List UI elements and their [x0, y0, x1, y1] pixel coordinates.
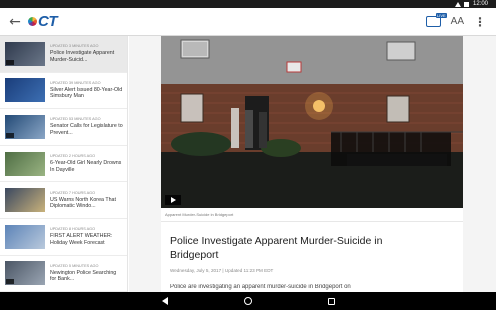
signal-icon: [454, 1, 461, 7]
story-text: UPDATED 8 HOURS AGO FIRST ALERT WEATHER: …: [50, 227, 123, 246]
status-bar: 12:00: [0, 0, 496, 8]
hero-scene: [161, 36, 463, 208]
video-play-icon[interactable]: [165, 195, 181, 205]
story-headline: Police Investigate Apparent Murder-Suici…: [50, 50, 115, 63]
article-hero-video[interactable]: [161, 36, 463, 208]
story-thumbnail: [5, 78, 45, 103]
story-headline: Newington Police Searching for Bank...: [50, 269, 117, 283]
story-timestamp: UPDATED 39 MINUTES AGO: [50, 80, 101, 85]
story-headline: Silver Alert Issued 80-Year-Old Simsbury…: [50, 86, 123, 100]
nbc-peacock-logo: [28, 17, 37, 26]
live-badge: LIVE: [435, 13, 447, 18]
story-timestamp: UPDATED 8 HOURS AGO: [50, 227, 96, 232]
story-text: UPDATED 53 MINUTES AGO Senator Calls for …: [50, 117, 123, 136]
story-thumbnail: [5, 114, 45, 139]
story-headline: 6-Year-Old Girl Nearly Drowns In Dayvill…: [50, 159, 122, 173]
story-headline: FIRST ALERT WEATHER: Holiday Week Foreca…: [50, 233, 113, 246]
story-list-item[interactable]: UPDATED 7 HOURS AGO US Warns North Korea …: [0, 182, 127, 219]
logo-text: CT: [38, 13, 58, 30]
nav-back-icon[interactable]: [161, 297, 168, 305]
story-list-item[interactable]: UPDATED 39 MINUTES AGO Silver Alert Issue…: [0, 73, 127, 110]
battery-icon: [463, 1, 469, 7]
story-text: UPDATED 5 MINUTES AGO Newington Police Se…: [50, 264, 123, 283]
story-timestamp: UPDATED 3 MINUTES AGO: [50, 44, 99, 49]
story-list-item[interactable]: UPDATED 8 HOURS AGO FIRST ALERT WEATHER: …: [0, 219, 127, 256]
nav-recents-icon[interactable]: [327, 297, 335, 305]
story-list-item[interactable]: UPDATED 53 MINUTES AGO Senator Calls for …: [0, 109, 127, 146]
status-time: 12:00: [472, 1, 488, 7]
live-tv-icon[interactable]: LIVE: [425, 13, 447, 27]
story-timestamp: UPDATED 2 HOURS AGO: [50, 153, 96, 158]
story-headline: Senator Calls for Legislature to Prevent…: [50, 123, 123, 136]
app-logo: CT: [28, 13, 58, 30]
text-size-icon[interactable]: AA: [451, 16, 464, 27]
story-headline: US Warns North Korea That Diplomatic Win…: [50, 196, 116, 210]
system-nav-bar: [0, 292, 496, 310]
story-thumbnail: [5, 261, 45, 286]
nav-home-icon[interactable]: [243, 297, 252, 305]
story-thumbnail: [5, 41, 45, 66]
back-arrow-icon[interactable]: ←: [4, 11, 26, 33]
status-icons: [454, 1, 469, 7]
story-thumbnail: [5, 151, 45, 176]
article-body: Police are investigating an apparent mur…: [170, 284, 351, 290]
story-text: UPDATED 39 MINUTES AGO Silver Alert Issue…: [50, 81, 123, 100]
app-bar-actions: LIVE AA ⋮: [425, 13, 496, 28]
video-badge-icon: [6, 279, 14, 285]
story-list-item[interactable]: UPDATED 3 MINUTES AGO Police Investigate …: [0, 36, 127, 73]
story-text: UPDATED 7 HOURS AGO US Warns North Korea …: [50, 191, 123, 210]
divider: [161, 221, 463, 222]
article-dateline: Wednesday, July 5, 2017 | Updated 11:23 …: [170, 268, 274, 273]
story-thumbnail: [5, 188, 45, 213]
story-list-item[interactable]: UPDATED 2 HOURS AGO 6-Year-Old Girl Nearl…: [0, 146, 127, 183]
story-list: UPDATED 3 MINUTES AGO Police Investigate …: [0, 36, 128, 292]
article-pane: Apparent Murder-Suicide in Bridgeport Po…: [129, 36, 496, 292]
video-badge-icon: [6, 132, 14, 138]
story-timestamp: UPDATED 53 MINUTES AGO: [50, 117, 101, 122]
article-title: Police Investigate Apparent Murder-Suici…: [170, 235, 383, 261]
video-badge-icon: [6, 59, 14, 65]
story-thumbnail: [5, 224, 45, 249]
image-caption: Apparent Murder-Suicide in Bridgeport: [165, 212, 234, 217]
story-timestamp: UPDATED 5 MINUTES AGO: [50, 263, 99, 268]
story-timestamp: UPDATED 7 HOURS AGO: [50, 190, 96, 195]
story-text: UPDATED 2 HOURS AGO 6-Year-Old Girl Nearl…: [50, 154, 123, 173]
story-text: UPDATED 3 MINUTES AGO Police Investigate …: [50, 44, 123, 63]
app-bar: ← CT LIVE AA ⋮: [0, 8, 496, 36]
story-list-item[interactable]: UPDATED 5 MINUTES AGO Newington Police Se…: [0, 256, 127, 292]
more-vert-icon[interactable]: ⋮: [474, 16, 486, 28]
